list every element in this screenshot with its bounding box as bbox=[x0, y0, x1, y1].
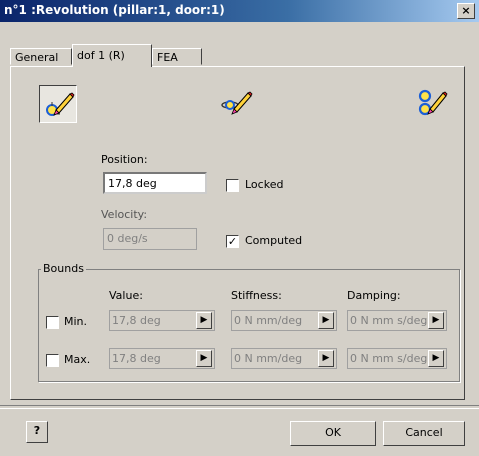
position-input[interactable]: 17,8 deg bbox=[103, 172, 207, 194]
bounds-legend: Bounds bbox=[41, 262, 86, 275]
tab-general[interactable]: General bbox=[10, 48, 72, 65]
computed-label: Computed bbox=[245, 234, 303, 247]
checkmark-icon: ✓ bbox=[227, 235, 238, 248]
min-value-arrow-icon[interactable]: ▶ bbox=[196, 312, 212, 329]
ok-button[interactable]: OK bbox=[290, 421, 376, 446]
dof-position-icon bbox=[46, 92, 75, 116]
min-stiffness-arrow-icon[interactable]: ▶ bbox=[318, 312, 334, 329]
max-value-arrow-icon[interactable]: ▶ bbox=[196, 350, 212, 367]
locked-label: Locked bbox=[245, 178, 284, 191]
velocity-input: 0 deg/s bbox=[103, 228, 197, 250]
damping-header: Damping: bbox=[347, 289, 401, 302]
max-damping-arrow-icon[interactable]: ▶ bbox=[428, 350, 444, 367]
computed-checkbox[interactable]: ✓ bbox=[226, 235, 239, 248]
window-title: n°1 :Revolution (pillar:1, door:1) bbox=[4, 3, 225, 17]
stiffness-mode-button[interactable] bbox=[413, 85, 451, 123]
help-button[interactable]: ? bbox=[26, 421, 48, 443]
footer-separator bbox=[0, 405, 479, 409]
close-button[interactable]: × bbox=[457, 3, 475, 19]
locked-checkbox[interactable] bbox=[226, 179, 239, 192]
max-stiffness-arrow-icon[interactable]: ▶ bbox=[318, 350, 334, 367]
dialog-window: n°1 :Revolution (pillar:1, door:1) × Gen… bbox=[0, 0, 479, 456]
fixed-dof-mode-button[interactable] bbox=[39, 85, 77, 123]
tab-panel: Position: 17,8 deg Locked Velocity: 0 de… bbox=[10, 66, 465, 400]
min-damping-arrow-icon[interactable]: ▶ bbox=[428, 312, 444, 329]
tab-dof-1[interactable]: dof 1 (R) bbox=[72, 44, 152, 67]
min-checkbox[interactable] bbox=[46, 316, 59, 329]
velocity-mode-button[interactable] bbox=[218, 85, 256, 123]
rotation-velocity-icon bbox=[221, 91, 253, 115]
title-bar[interactable]: n°1 :Revolution (pillar:1, door:1) × bbox=[0, 0, 479, 22]
stiffness-header: Stiffness: bbox=[231, 289, 282, 302]
help-icon: ? bbox=[33, 424, 41, 437]
position-label: Position: bbox=[101, 153, 148, 166]
double-joint-icon bbox=[418, 89, 448, 116]
min-label: Min. bbox=[64, 315, 88, 328]
max-label: Max. bbox=[64, 353, 91, 366]
cancel-button[interactable]: Cancel bbox=[383, 421, 465, 446]
tab-fea[interactable]: FEA bbox=[152, 48, 202, 65]
velocity-label: Velocity: bbox=[101, 208, 148, 221]
value-header: Value: bbox=[109, 289, 143, 302]
max-checkbox[interactable] bbox=[46, 354, 59, 367]
